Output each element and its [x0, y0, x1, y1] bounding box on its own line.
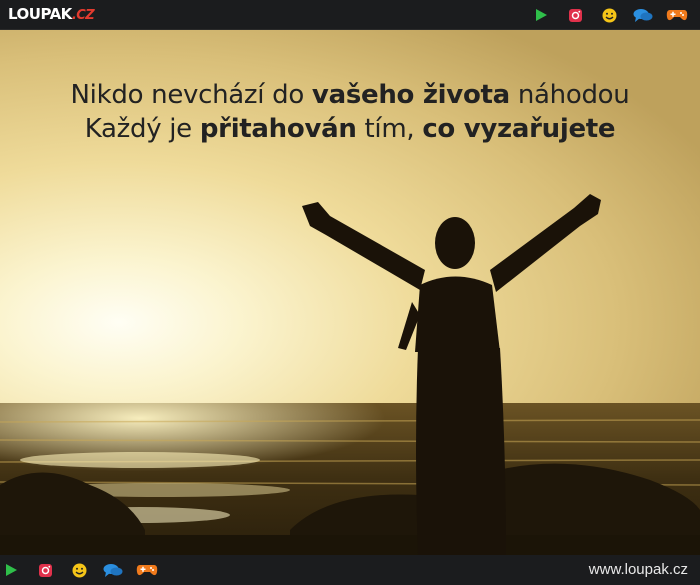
- top-bar: LOUPAK .CZ: [0, 0, 700, 30]
- quote-line-2-part-a: Každý je: [84, 114, 200, 144]
- bottom-bar: www.loupak.cz: [0, 555, 700, 585]
- gamepad-icon[interactable]: [660, 5, 694, 25]
- quote-line-2-bold-2: co vyzařujete: [422, 114, 616, 144]
- chat-icon[interactable]: [626, 5, 660, 25]
- quote-text: Nikdo nevchází do vašeho života náhodou …: [0, 78, 700, 146]
- page: LOUPAK .CZ Nikdo nevchází do vašeho živo…: [0, 0, 700, 585]
- logo-text: LOUPAK: [8, 5, 72, 23]
- quote-line-2-part-c: tím,: [356, 114, 423, 144]
- quote-line-1: Nikdo nevchází do vašeho života náhodou: [0, 78, 700, 112]
- instagram-icon[interactable]: [28, 560, 62, 580]
- motivational-photo: Nikdo nevchází do vašeho života náhodou …: [0, 30, 700, 555]
- smiley-icon[interactable]: [592, 5, 626, 25]
- play-icon[interactable]: [0, 560, 28, 580]
- quote-line-2-bold-1: přitahován: [199, 114, 357, 144]
- logo-suffix: .CZ: [71, 8, 95, 23]
- instagram-icon[interactable]: [558, 5, 592, 25]
- site-logo[interactable]: LOUPAK .CZ: [8, 5, 95, 25]
- quote-line-2: Každý je přitahován tím, co vyzařujete: [0, 112, 700, 146]
- site-url-link[interactable]: www.loupak.cz: [589, 561, 688, 578]
- play-icon[interactable]: [524, 5, 558, 25]
- quote-line-1-part-a: Nikdo nevchází do: [70, 80, 312, 110]
- gamepad-icon[interactable]: [130, 560, 164, 580]
- smiley-icon[interactable]: [62, 560, 96, 580]
- quote-line-1-bold: vašeho života: [311, 80, 510, 110]
- quote-line-1-part-c: náhodou: [509, 80, 630, 110]
- chat-icon[interactable]: [96, 560, 130, 580]
- bottom-nav-icons: [0, 560, 164, 580]
- top-nav-icons: [524, 5, 694, 25]
